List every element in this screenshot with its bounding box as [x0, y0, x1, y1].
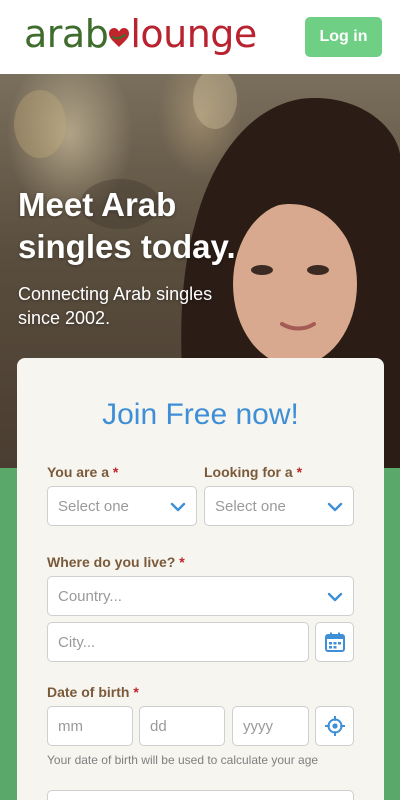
dob-label-text: Date of birth: [47, 684, 130, 700]
city-input[interactable]: City...: [47, 622, 309, 662]
gender-select[interactable]: Select one: [47, 486, 197, 526]
required-mark: *: [112, 464, 119, 480]
crosshair-icon: [325, 716, 345, 736]
chevron-down-icon: [170, 502, 186, 512]
gender-select-value: Select one: [58, 498, 129, 515]
required-mark: *: [179, 554, 185, 570]
where-label: Where do you live? *: [47, 554, 185, 570]
dob-day-input[interactable]: dd: [139, 706, 225, 746]
login-button[interactable]: Log in: [305, 17, 382, 57]
dob-year-placeholder: yyyy: [243, 718, 273, 735]
dob-label: Date of birth *: [47, 684, 139, 700]
required-mark: *: [296, 464, 303, 480]
calendar-icon: [325, 632, 345, 652]
dob-day-placeholder: dd: [150, 718, 167, 735]
where-label-text: Where do you live?: [47, 554, 176, 570]
city-input-placeholder: City...: [58, 634, 96, 651]
dob-hint: Your date of birth will be used to calcu…: [47, 753, 319, 767]
dob-month-input[interactable]: mm: [47, 706, 133, 746]
locate-button[interactable]: [315, 706, 354, 746]
looking-for-select-value: Select one: [215, 498, 286, 515]
dob-year-input[interactable]: yyyy: [232, 706, 309, 746]
header: arab lounge Log in: [0, 0, 400, 74]
you-are-label-text: You are a: [47, 464, 109, 480]
dob-month-placeholder: mm: [58, 718, 83, 735]
logo-text-lounge: lounge: [130, 12, 257, 56]
form-title: Join Free now!: [102, 398, 299, 431]
hero-subtitle: Connecting Arab singles since 2002.: [18, 284, 213, 328]
required-mark: *: [133, 684, 139, 700]
next-field[interactable]: [47, 790, 354, 800]
logo-text-arab: arab: [24, 12, 109, 56]
looking-for-label-text: Looking for a: [204, 464, 293, 480]
heart-icon: [109, 14, 130, 47]
city-picker-button[interactable]: [315, 622, 354, 662]
hero-title: Meet Arab singles today.: [18, 186, 236, 265]
chevron-down-icon: [327, 592, 343, 602]
looking-for-label: Looking for a *: [204, 464, 302, 480]
looking-for-select[interactable]: Select one: [204, 486, 354, 526]
country-select-value: Country...: [58, 588, 122, 605]
chevron-down-icon: [327, 502, 343, 512]
signup-card: Join Free now! You are a * Looking for a…: [17, 358, 384, 800]
you-are-label: You are a *: [47, 464, 118, 480]
logo[interactable]: arab lounge: [24, 12, 257, 56]
country-select[interactable]: Country...: [47, 576, 354, 616]
